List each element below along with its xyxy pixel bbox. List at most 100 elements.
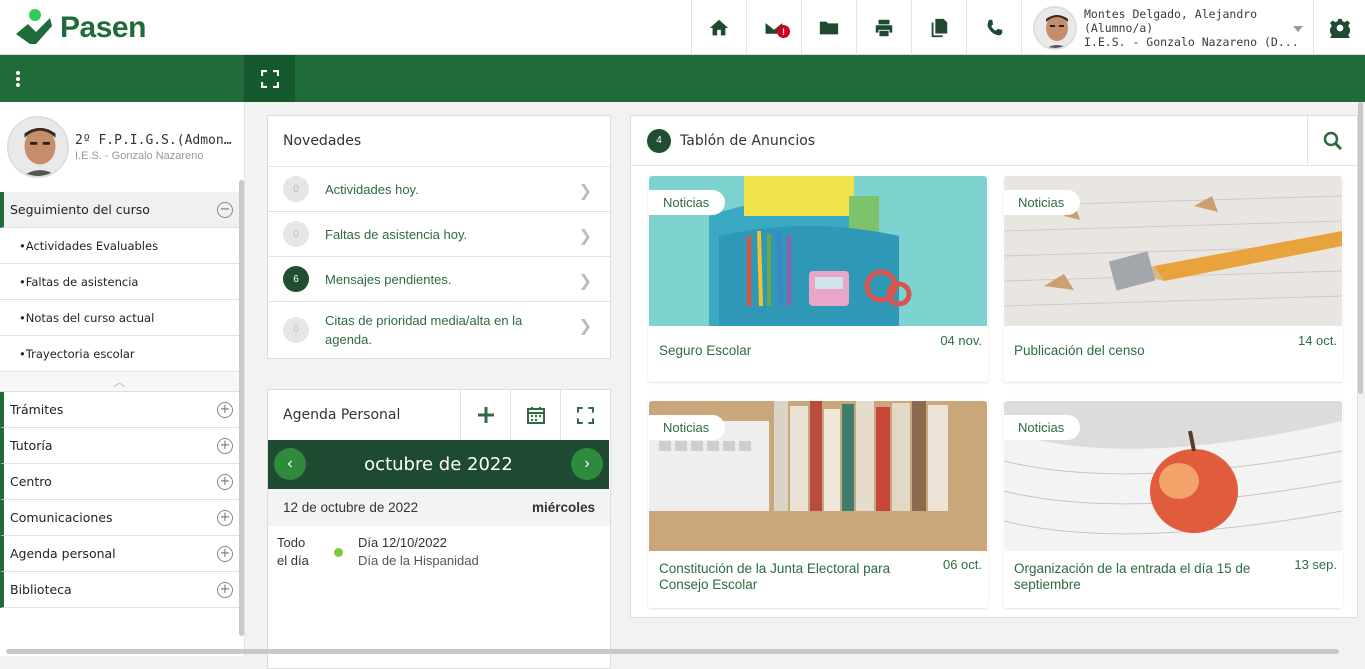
card-tag: Noticias — [649, 415, 726, 440]
tablon-panel: 4 Tablón de Anuncios Noticias 04 nov. Se… — [630, 115, 1358, 618]
card-title: Organización de la entrada el día 15 de … — [1014, 561, 1251, 592]
expand-plus-icon[interactable]: + — [217, 546, 233, 562]
chevron-right-icon: ❯ — [578, 273, 592, 290]
menu-toggle-button[interactable] — [0, 55, 245, 102]
pasen-logo[interactable]: Pasen — [14, 6, 146, 50]
count-badge: 0 — [283, 316, 309, 343]
sidebar-scrollbar[interactable] — [239, 180, 244, 636]
print-icon — [875, 19, 893, 36]
phone-icon — [987, 19, 1003, 35]
phone-button[interactable] — [966, 0, 1021, 55]
sidebar-item-centro[interactable]: Centro + — [0, 464, 239, 500]
next-month-button[interactable]: › — [571, 448, 603, 480]
chevron-right-icon: ❯ — [578, 183, 592, 200]
card-tag: Noticias — [1004, 190, 1081, 215]
top-bar: Pasen ! Montes Delgado, Alejandro (Alumn… — [0, 0, 1365, 55]
tablon-title: Tablón de Anuncios — [680, 132, 816, 149]
expand-plus-icon[interactable]: + — [217, 582, 233, 598]
expand-plus-icon[interactable]: + — [217, 402, 233, 418]
announcement-card[interactable]: Noticias 06 oct. Constitución de la Junt… — [648, 400, 988, 608]
sidebar-item-trayectoria[interactable]: •Trayectoria escolar — [0, 336, 239, 372]
sidebar-item-notas[interactable]: •Notas del curso actual — [0, 300, 239, 336]
expand-plus-icon[interactable]: + — [217, 510, 233, 526]
novedad-actividades[interactable]: 0 Actividades hoy. ❯ — [268, 166, 610, 211]
announcement-card[interactable]: Noticias 04 nov. Seguro Escolar — [648, 175, 988, 382]
sidebar-item-label: Tutoría — [10, 438, 53, 453]
sidebar-item-label: Centro — [10, 474, 52, 489]
fullscreen-button[interactable] — [245, 55, 295, 102]
sidebar-item-label: •Trayectoria escolar — [19, 346, 135, 361]
card-title: Constitución de la Junta Electoral para … — [659, 561, 891, 592]
expand-plus-icon[interactable]: + — [217, 438, 233, 454]
sidebar-item-tutoria[interactable]: Tutoría + — [0, 428, 239, 464]
collapse-minus-icon[interactable]: − — [217, 202, 233, 218]
plus-icon — [477, 407, 494, 423]
home-icon — [709, 19, 729, 35]
card-date: 04 nov. — [940, 333, 982, 348]
page-scrollbar-vertical[interactable] — [1358, 102, 1363, 394]
chevron-left-icon: ‹ — [287, 455, 293, 472]
sidebar-item-label: Agenda personal — [10, 546, 116, 561]
event-day: Día 12/10/2022 — [358, 535, 447, 550]
card-date: 06 oct. — [942, 557, 982, 572]
sidebar-item-biblioteca[interactable]: Biblioteca + — [0, 572, 239, 608]
add-event-button[interactable] — [460, 390, 510, 440]
novedad-label: Mensajes pendientes. — [325, 271, 452, 287]
print-button[interactable] — [856, 0, 911, 55]
event-time: Todo el día — [277, 535, 309, 568]
expand-icon — [577, 406, 594, 424]
user-name: Montes Delgado, Alejandro — [1084, 6, 1258, 21]
agenda-event[interactable]: Día 12/10/2022 Día de la Hispanidad — [358, 534, 479, 570]
card-date: 14 oct. — [1297, 333, 1337, 348]
novedad-label: Actividades hoy. — [325, 181, 419, 197]
user-menu[interactable]: Montes Delgado, Alejandro (Alumno/a) I.E… — [1021, 0, 1313, 55]
expand-plus-icon[interactable]: + — [217, 474, 233, 490]
student-avatar — [7, 116, 69, 178]
sidebar-item-faltas[interactable]: •Faltas de asistencia — [0, 264, 239, 300]
novedad-citas[interactable]: 0 Citas de prioridad media/alta en la ag… — [268, 301, 610, 357]
agenda-title: Agenda Personal — [283, 407, 401, 423]
page-scrollbar-horizontal[interactable] — [6, 649, 1339, 654]
novedad-mensajes[interactable]: 6 Mensajes pendientes. ❯ — [268, 256, 610, 301]
sidebar-item-actividades[interactable]: •Actividades Evaluables — [0, 228, 239, 264]
messages-button[interactable]: ! — [746, 0, 801, 55]
novedad-label: Faltas de asistencia hoy. — [325, 226, 468, 242]
sidebar-item-tramites[interactable]: Trámites + — [0, 392, 239, 428]
count-badge: 0 — [283, 221, 309, 247]
novedad-faltas[interactable]: 0 Faltas de asistencia hoy. ❯ — [268, 211, 610, 256]
agenda-date: 12 de octubre de 2022 — [283, 500, 419, 515]
sidebar-item-comunicaciones[interactable]: Comunicaciones + — [0, 500, 239, 536]
sidebar-item-label: •Faltas de asistencia — [19, 274, 139, 289]
sidebar-item-label: •Notas del curso actual — [19, 310, 155, 325]
sidebar-section-label: Seguimiento del curso — [10, 202, 150, 217]
documents-icon — [931, 18, 948, 37]
calendar-button[interactable] — [510, 390, 560, 440]
announcement-card[interactable]: Noticias 13 sep. Organización de la entr… — [1003, 400, 1343, 608]
chevron-right-icon: › — [584, 455, 590, 472]
toolbar — [0, 55, 1365, 102]
sidebar-menu: Seguimiento del curso − •Actividades Eva… — [0, 192, 239, 608]
collapse-section-button[interactable]: ︿ — [0, 372, 239, 392]
settings-button[interactable] — [1313, 0, 1365, 55]
card-title: Seguro Escolar — [659, 343, 752, 358]
agenda-fullscreen-button[interactable] — [560, 390, 610, 440]
user-school: I.E.S. - Gonzalo Nazareno (D... — [1084, 34, 1299, 49]
sidebar-item-agenda[interactable]: Agenda personal + — [0, 536, 239, 572]
announcement-card[interactable]: Noticias 14 oct. Publicación del censo — [1003, 175, 1343, 382]
folder-icon — [819, 21, 839, 34]
documents-folder-button[interactable] — [801, 0, 856, 55]
profile-school: I.E.S. - Gonzalo Nazareno — [75, 149, 204, 162]
copy-documents-button[interactable] — [911, 0, 966, 55]
agenda-panel: Agenda Personal ‹ octubre de 2022 › 12 d… — [267, 389, 611, 669]
novedad-label: Citas de prioridad media/alta en la agen… — [325, 312, 523, 347]
sidebar-section-seguimiento[interactable]: Seguimiento del curso − — [0, 192, 239, 228]
chevron-right-icon: ❯ — [578, 228, 592, 245]
chevron-right-icon: ❯ — [578, 318, 592, 335]
event-description: Día de la Hispanidad — [358, 553, 479, 568]
user-role: (Alumno/a) — [1084, 20, 1154, 35]
search-button[interactable] — [1307, 116, 1357, 166]
sidebar: 2º F.P.I.G.S.(Admon... I.E.S. - Gonzalo … — [0, 102, 245, 656]
student-profile: 2º F.P.I.G.S.(Admon... I.E.S. - Gonzalo … — [7, 116, 235, 178]
prev-month-button[interactable]: ‹ — [274, 448, 306, 480]
home-button[interactable] — [691, 0, 746, 55]
